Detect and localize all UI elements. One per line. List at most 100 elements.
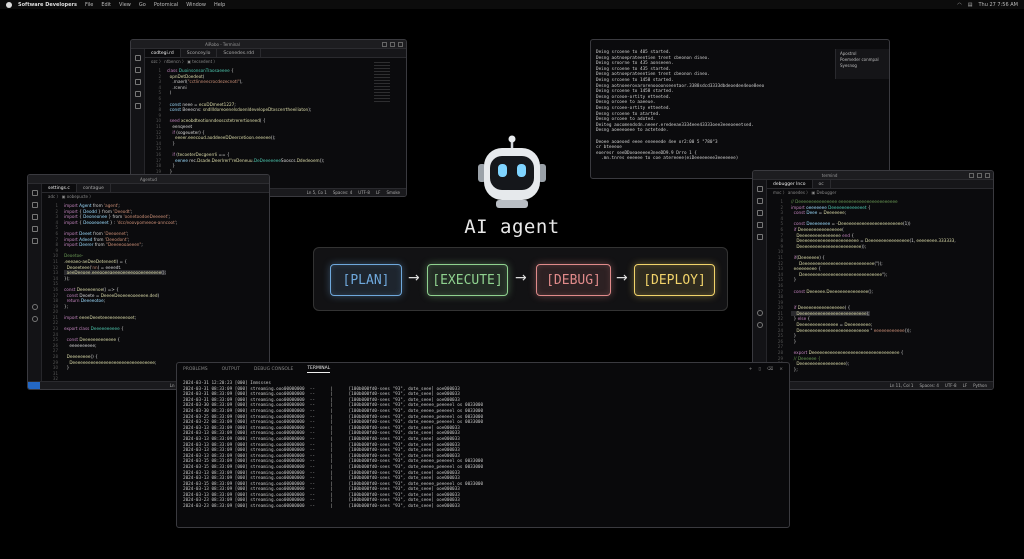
menu-bar: Software Developers File Edit View Go Po… (0, 0, 1024, 9)
robot-icon (478, 135, 546, 208)
editor-tab-bar: debugger Inco oc (767, 180, 993, 189)
run-debug-icon[interactable] (756, 222, 763, 228)
code-area[interactable]: class DuoinsonsonTraosaeeee { opnDetDoed… (167, 68, 324, 180)
activity-bar (28, 184, 42, 381)
arrow-icon: → (408, 270, 420, 286)
arrow-icon: → (616, 270, 628, 286)
extensions-icon[interactable] (31, 238, 38, 244)
source-control-icon[interactable] (134, 79, 141, 85)
status-encoding[interactable]: UTF-8 (945, 383, 957, 388)
tab-terminal[interactable]: TERMINAL (307, 366, 331, 373)
run-debug-icon[interactable] (31, 226, 38, 232)
terminal-output[interactable]: Deing srcoene to 405 started. Desng aotn… (596, 50, 764, 162)
terminal-window-top-right: Deing srcoene to 405 started. Desng aotn… (590, 39, 890, 179)
tab-sconcey[interactable]: Sconcey.lo (181, 49, 218, 57)
arrow-icon: → (515, 270, 527, 286)
tab-debugger[interactable]: debugger Inco (767, 180, 813, 188)
line-numbers: 1 2 3 4 5 6 7 8 9 10 11 12 13 14 15 16 1… (777, 199, 783, 377)
activity-bar (753, 180, 767, 381)
window-title: Agentud (140, 176, 157, 182)
wifi-icon[interactable]: ◠ (957, 2, 961, 8)
window-title: AiRobo - Terminal (205, 41, 240, 47)
bottom-panel: PROBLEMS OUTPUT DEBUG CONSOLE TERMINAL +… (176, 362, 790, 528)
settings-gear-icon[interactable] (756, 322, 763, 328)
code-area[interactable]: import Agent from 'agent'; import { Deod… (64, 203, 177, 371)
breadcrumb[interactable]: adc 〉 ▣ oobepucte 〉 (42, 193, 269, 200)
tab-settings[interactable]: settings.c (42, 184, 77, 192)
search-icon[interactable] (756, 198, 763, 204)
breadcrumb[interactable]: mxc 〉 anoedes 〉 ▣ Debugger (767, 189, 993, 196)
tab-output[interactable]: OUTPUT (222, 367, 240, 372)
side-panel: Apostrol Poemeder conmpal Syesnog (835, 49, 889, 79)
editor-tab-bar: settings.c contague (42, 184, 269, 193)
step-debug[interactable]: [DEBUG] (536, 264, 611, 296)
explorer-icon[interactable] (134, 55, 141, 61)
menu-app-name[interactable]: Software Developers (18, 2, 77, 8)
minimap[interactable] (374, 62, 390, 102)
trash-icon[interactable]: ⌫ (767, 367, 773, 372)
window-title-bar: termind (753, 171, 993, 180)
close-icon[interactable]: × (779, 367, 783, 372)
status-eol[interactable]: LF (963, 383, 968, 388)
account-icon[interactable] (31, 304, 38, 310)
split-terminal-icon[interactable]: ▯ (758, 367, 760, 372)
apple-icon[interactable] (6, 1, 12, 8)
status-language[interactable]: Python (973, 383, 987, 388)
tab-codtegi[interactable]: codtegi.rd (145, 49, 181, 57)
search-icon[interactable] (134, 67, 141, 73)
source-control-icon[interactable] (756, 210, 763, 216)
line-numbers: 1 2 3 4 5 6 7 8 9 10 11 12 13 14 15 16 1… (155, 68, 161, 185)
menu-help[interactable]: Help (214, 2, 225, 8)
side-item-syesnog[interactable]: Syesnog (840, 63, 885, 69)
tab-sconedes[interactable]: Sconedes.rdd (217, 49, 262, 57)
editor-tab-bar: codtegi.rd Sconcey.lo Sconedes.rdd (145, 49, 406, 58)
menubar-clock[interactable]: Thu 27 7:56 AM (979, 2, 1019, 8)
terminal-log[interactable]: 2024-03-31 12:20:23 [000] Inmssses 2024-… (183, 381, 483, 510)
run-debug-icon[interactable] (134, 91, 141, 97)
step-plan[interactable]: [PLAN] (330, 264, 402, 296)
tab-problems[interactable]: PROBLEMS (183, 367, 208, 372)
window-title: termind (821, 172, 838, 178)
panel-tab-bar: PROBLEMS OUTPUT DEBUG CONSOLE TERMINAL +… (177, 363, 789, 375)
menu-file[interactable]: File (85, 2, 93, 8)
explorer-icon[interactable] (31, 190, 38, 196)
step-deploy[interactable]: [DEPLOY] (634, 264, 715, 296)
add-terminal-icon[interactable]: + (749, 367, 753, 372)
window-controls[interactable] (381, 41, 403, 47)
editor-window-mid-left: Agentud settings.c contague adc 〉 ▣ oobe… (27, 174, 270, 390)
status-encoding[interactable]: UTF-8 (358, 190, 370, 195)
status-language[interactable]: Smoke (386, 190, 400, 195)
menu-go[interactable]: Go (139, 2, 146, 8)
account-icon[interactable] (756, 310, 763, 316)
tab-contague[interactable]: contague (77, 184, 111, 192)
status-position[interactable]: Ln 11, Col 1 (890, 383, 914, 388)
remote-indicator[interactable] (28, 382, 40, 389)
menu-window[interactable]: Window (186, 2, 206, 8)
control-center-icon[interactable]: ▤ (968, 2, 973, 8)
editor-window-right: termind debugger Inco oc mxc 〉 anoedes 〉… (752, 170, 994, 390)
menu-edit[interactable]: Edit (101, 2, 111, 8)
tab-oc[interactable]: oc (813, 180, 831, 188)
status-position[interactable]: Ln 5, Co 1 (307, 190, 327, 195)
window-title-bar: AiRobo - Terminal (131, 40, 406, 49)
agent-title: AI agent (464, 216, 560, 238)
extensions-icon[interactable] (134, 103, 141, 109)
source-control-icon[interactable] (31, 214, 38, 220)
status-indent[interactable]: Spaces: 4 (333, 190, 352, 195)
breadcrumb[interactable]: ozc 〉 ntbencn 〉 ▣ tecsedent 〉 (145, 58, 406, 65)
search-icon[interactable] (31, 202, 38, 208)
menu-potomical[interactable]: Potomical (154, 2, 178, 8)
line-numbers: 1 2 3 4 5 6 7 8 9 10 11 12 13 14 15 16 1… (52, 203, 58, 382)
menu-view[interactable]: View (119, 2, 131, 8)
settings-gear-icon[interactable] (31, 316, 38, 322)
status-indent[interactable]: Spaces: 4 (919, 383, 938, 388)
status-eol[interactable]: LF (376, 190, 381, 195)
code-area[interactable]: // Deeeeeeeeeeeeeee eeeeeeeeeeeeeeeeeeee… (791, 199, 956, 372)
window-title-bar: Agentud (28, 175, 269, 184)
window-controls[interactable] (968, 172, 990, 178)
agent-pipeline: [PLAN] → [EXECUTE] → [DEBUG] → [DEPLOY] (313, 247, 728, 311)
extensions-icon[interactable] (756, 234, 763, 240)
step-execute[interactable]: [EXECUTE] (427, 264, 508, 296)
tab-debug-console[interactable]: DEBUG CONSOLE (254, 367, 293, 372)
explorer-icon[interactable] (756, 186, 763, 192)
